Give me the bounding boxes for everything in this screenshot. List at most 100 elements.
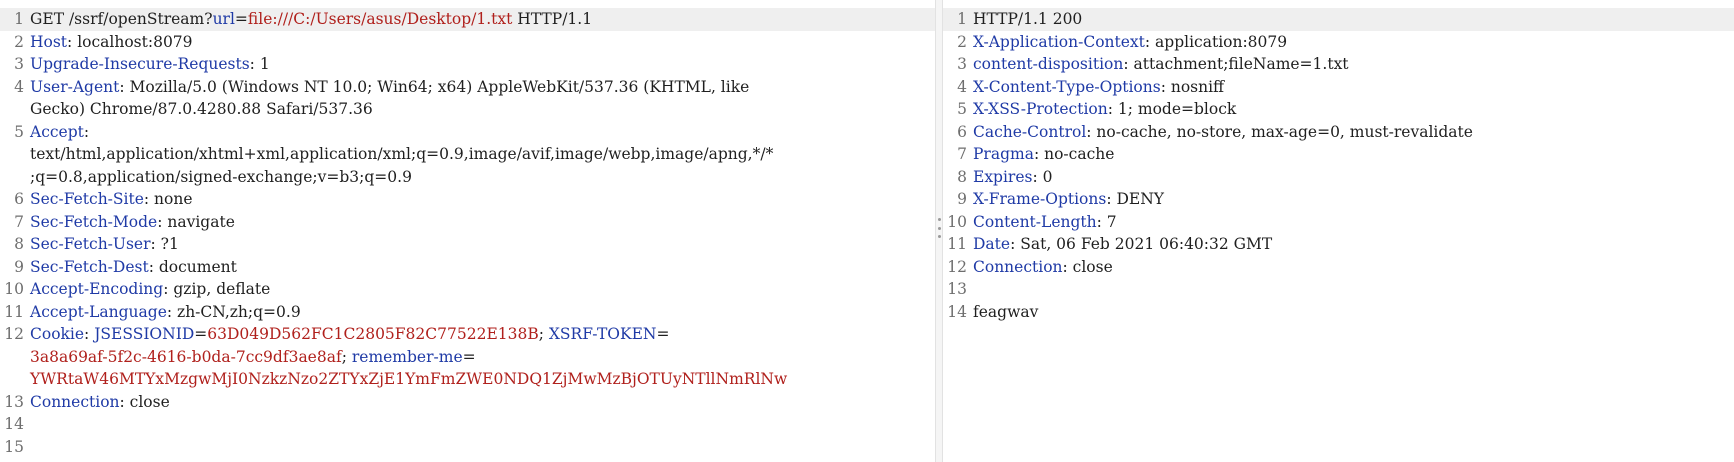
header-name: User-Agent: [30, 77, 120, 96]
line-number: 2: [14, 32, 24, 51]
line-content[interactable]: Accept-Language: zh-CN,zh;q=0.9: [30, 301, 935, 324]
param-value: 3a8a69af-5f2c-4616-b0da-7cc9df3ae8af: [30, 347, 342, 366]
line-content[interactable]: Sec-Fetch-User: ?1: [30, 233, 935, 256]
line-number: 7: [957, 145, 967, 163]
line-number: 13: [4, 392, 24, 411]
header-name: Host: [30, 32, 68, 51]
line-content[interactable]: Cache-Control: no-cache, no-store, max-a…: [973, 121, 1734, 144]
text-segment: : localhost:8079: [67, 32, 193, 51]
pane-divider[interactable]: [935, 0, 943, 462]
line-content[interactable]: Sec-Fetch-Mode: navigate: [30, 211, 935, 234]
line-number: 5: [14, 122, 24, 141]
text-segment: HTTP/1.1 200: [973, 10, 1083, 28]
text-segment: : 7: [1096, 212, 1117, 231]
text-segment: ;: [538, 325, 549, 343]
line-content[interactable]: X-Frame-Options: DENY: [973, 188, 1734, 211]
line-number: 8: [957, 167, 967, 186]
header-name: Expires: [973, 167, 1033, 186]
request-line: 14: [0, 413, 935, 436]
line-content[interactable]: Sec-Fetch-Dest: document: [30, 256, 935, 279]
text-segment: : Sat, 06 Feb 2021 06:40:32 GMT: [1010, 235, 1273, 253]
line-content[interactable]: GET /ssrf/openStream?url=file:///C:/User…: [30, 8, 935, 31]
header-name: Sec-Fetch-Mode: [30, 212, 158, 231]
line-content[interactable]: HTTP/1.1 200: [973, 8, 1734, 31]
line-content[interactable]: ;q=0.8,application/signed-exchange;v=b3;…: [30, 166, 935, 189]
request-line: 3 Upgrade-Insecure-Requests: 1: [0, 53, 935, 76]
line-content[interactable]: text/html,application/xhtml+xml,applicat…: [30, 143, 935, 166]
line-content[interactable]: Accept:: [30, 121, 935, 144]
param-value: YWRtaW46MTYxMzgwMjI0NzkzNzo2ZTYxZjE1YmFm…: [30, 370, 788, 388]
line-number: [0, 143, 30, 166]
line-content[interactable]: X-XSS-Protection: 1; mode=block: [973, 98, 1734, 121]
line-content[interactable]: feagwav: [973, 301, 1734, 324]
header-name: X-Content-Type-Options: [973, 77, 1161, 96]
line-content[interactable]: Connection: close: [973, 256, 1734, 279]
request-line: 2 Host: localhost:8079: [0, 31, 935, 54]
line-number: [0, 368, 30, 391]
response-line: 5 X-XSS-Protection: 1; mode=block: [943, 98, 1734, 121]
response-line: 13: [943, 278, 1734, 301]
text-segment: : 1: [249, 55, 270, 73]
line-content[interactable]: 3a8a69af-5f2c-4616-b0da-7cc9df3ae8af; re…: [30, 346, 935, 369]
response-line: 11 Date: Sat, 06 Feb 2021 06:40:32 GMT: [943, 233, 1734, 256]
line-content[interactable]: Sec-Fetch-Site: none: [30, 188, 935, 211]
param-value: 63D049D562FC1C2805F82C77522E138B: [207, 325, 539, 343]
request-line: 12 Cookie: JSESSIONID=63D049D562FC1C2805F…: [0, 323, 935, 346]
text-segment: : application:8079: [1144, 32, 1288, 51]
line-content[interactable]: Connection: close: [30, 391, 935, 414]
line-content[interactable]: Pragma: no-cache: [973, 143, 1734, 166]
request-line: 8 Sec-Fetch-User: ?1: [0, 233, 935, 256]
line-content[interactable]: YWRtaW46MTYxMzgwMjI0NzkzNzo2ZTYxZjE1YmFm…: [30, 368, 935, 391]
line-content[interactable]: Expires: 0: [973, 166, 1734, 189]
request-editor[interactable]: 1 GET /ssrf/openStream?url=file:///C:/Use…: [0, 8, 935, 462]
header-name: XSRF-TOKEN: [548, 325, 657, 343]
line-number: 13: [947, 280, 967, 298]
line-content[interactable]: Accept-Encoding: gzip, deflate: [30, 278, 935, 301]
drag-handle-icon[interactable]: [937, 218, 941, 238]
line-content[interactable]: Date: Sat, 06 Feb 2021 06:40:32 GMT: [973, 233, 1734, 256]
text-segment: =: [656, 325, 670, 343]
line-content[interactable]: Cookie: JSESSIONID=63D049D562FC1C2805F82…: [30, 323, 935, 346]
text-segment: : Mozilla/5.0 (Windows NT 10.0; Win64; x…: [119, 77, 750, 96]
response-line: 8 Expires: 0: [943, 166, 1734, 189]
line-number: 9: [14, 257, 24, 276]
line-number: 4: [957, 77, 967, 96]
line-number: 3: [14, 55, 24, 73]
request-line: 10 Accept-Encoding: gzip, deflate: [0, 278, 935, 301]
line-number: [0, 346, 30, 369]
header-name: Content-Length: [973, 212, 1097, 231]
text-segment: : attachment;fileName=1.txt: [1123, 55, 1349, 73]
line-content[interactable]: X-Content-Type-Options: nosniff: [973, 76, 1734, 99]
line-content[interactable]: X-Application-Context: application:8079: [973, 31, 1734, 54]
request-line: ;q=0.8,application/signed-exchange;v=b3;…: [0, 166, 935, 189]
text-segment: : nosniff: [1160, 77, 1225, 96]
line-number: 12: [947, 257, 967, 276]
param-value: file:///C:/Users/asus/Desktop/1.txt: [247, 10, 513, 28]
text-segment: HTTP/1.1: [512, 10, 593, 28]
line-content[interactable]: [973, 278, 1734, 301]
line-number: 1: [14, 10, 24, 28]
header-name: X-Frame-Options: [973, 190, 1107, 208]
line-content[interactable]: Upgrade-Insecure-Requests: 1: [30, 53, 935, 76]
line-content[interactable]: [30, 413, 935, 436]
line-content[interactable]: User-Agent: Mozilla/5.0 (Windows NT 10.0…: [30, 76, 935, 99]
request-line: text/html,application/xhtml+xml,applicat…: [0, 143, 935, 166]
line-content[interactable]: Content-Length: 7: [973, 211, 1734, 234]
line-content[interactable]: Host: localhost:8079: [30, 31, 935, 54]
request-line: 9 Sec-Fetch-Dest: document: [0, 256, 935, 279]
line-number: 9: [957, 190, 967, 208]
request-line: 6 Sec-Fetch-Site: none: [0, 188, 935, 211]
line-content[interactable]: [30, 436, 935, 459]
text-segment: ;: [341, 347, 352, 366]
line-number: 11: [947, 235, 967, 253]
request-line: 15: [0, 436, 935, 459]
response-line: 1 HTTP/1.1 200: [943, 8, 1734, 31]
response-viewer[interactable]: 1 HTTP/1.1 200 2 X-Application-Context: app…: [943, 8, 1734, 462]
header-name: Date: [973, 235, 1011, 253]
line-number: 3: [957, 55, 967, 73]
request-line: 1 GET /ssrf/openStream?url=file:///C:/Use…: [0, 8, 935, 31]
line-content[interactable]: Gecko) Chrome/87.0.4280.88 Safari/537.36: [30, 98, 935, 121]
line-content[interactable]: content-disposition: attachment;fileName…: [973, 53, 1734, 76]
header-name: Cache-Control: [973, 122, 1087, 141]
text-segment: : 0: [1032, 167, 1053, 186]
